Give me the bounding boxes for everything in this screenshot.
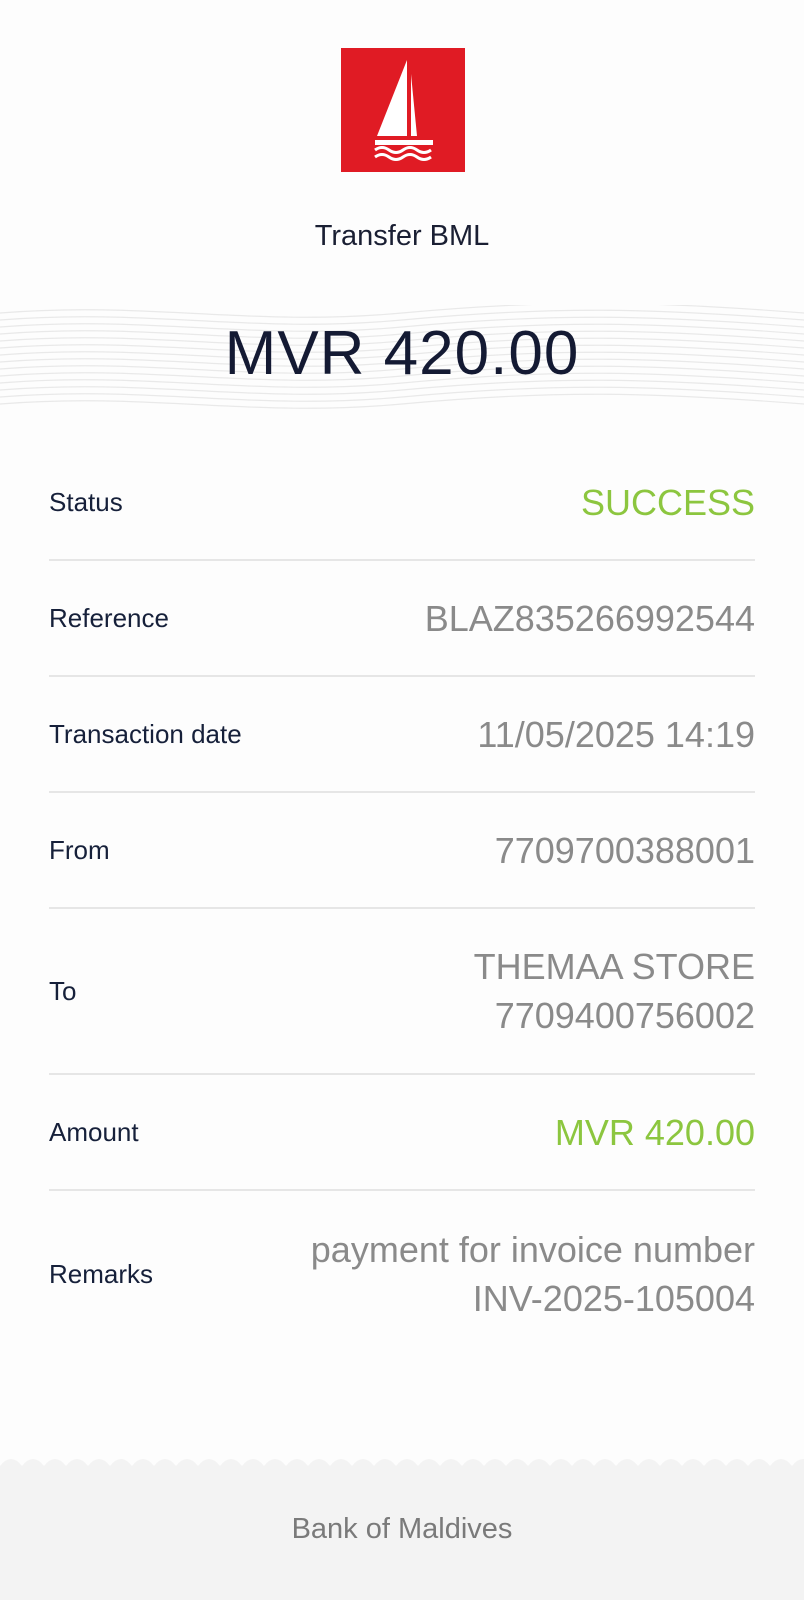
reference-value: BLAZ835266992544 xyxy=(424,597,755,639)
transaction-date-label: Transaction date xyxy=(49,718,242,749)
reference-label: Reference xyxy=(49,602,169,633)
status-label: Status xyxy=(49,486,123,517)
to-value: THEMAA STORE 7709400756002 xyxy=(474,942,755,1040)
detail-row-from: From 7709700388001 xyxy=(49,793,755,909)
transaction-date-value: 11/05/2025 14:19 xyxy=(477,713,755,755)
receipt-zigzag-edge xyxy=(0,1452,804,1474)
footer-bank-name: Bank of Maldives xyxy=(291,1513,513,1545)
detail-row-remarks: Remarks payment for invoice number INV-2… xyxy=(49,1191,755,1357)
status-value: SUCCESS xyxy=(580,481,755,523)
detail-row-transaction-date: Transaction date 11/05/2025 14:19 xyxy=(49,677,755,793)
detail-row-status: Status SUCCESS xyxy=(49,445,755,561)
sailboat-icon xyxy=(374,60,433,161)
to-account-number: 7709400756002 xyxy=(494,995,755,1036)
remarks-line-2: INV-2025-105004 xyxy=(472,1278,755,1319)
detail-row-to: To THEMAA STORE 7709400756002 xyxy=(49,909,755,1075)
remarks-line-1: payment for invoice number xyxy=(310,1229,755,1270)
detail-row-amount: Amount MVR 420.00 xyxy=(49,1075,755,1191)
from-account-value: 7709700388001 xyxy=(494,829,755,871)
to-recipient-name: THEMAA STORE xyxy=(473,946,755,987)
remarks-value: payment for invoice number INV-2025-1050… xyxy=(311,1225,755,1323)
amount-label: Amount xyxy=(49,1116,139,1147)
amount-value: MVR 420.00 xyxy=(554,1111,755,1153)
remarks-label: Remarks xyxy=(49,1258,154,1289)
detail-row-reference: Reference BLAZ835266992544 xyxy=(49,561,755,677)
transfer-amount: MVR 420.00 xyxy=(224,319,580,388)
from-label: From xyxy=(49,834,110,865)
to-label: To xyxy=(49,975,77,1006)
transaction-details: Status SUCCESS Reference BLAZ83526699254… xyxy=(49,445,755,1357)
bml-logo xyxy=(341,48,465,172)
page-title: Transfer BML xyxy=(314,220,490,252)
